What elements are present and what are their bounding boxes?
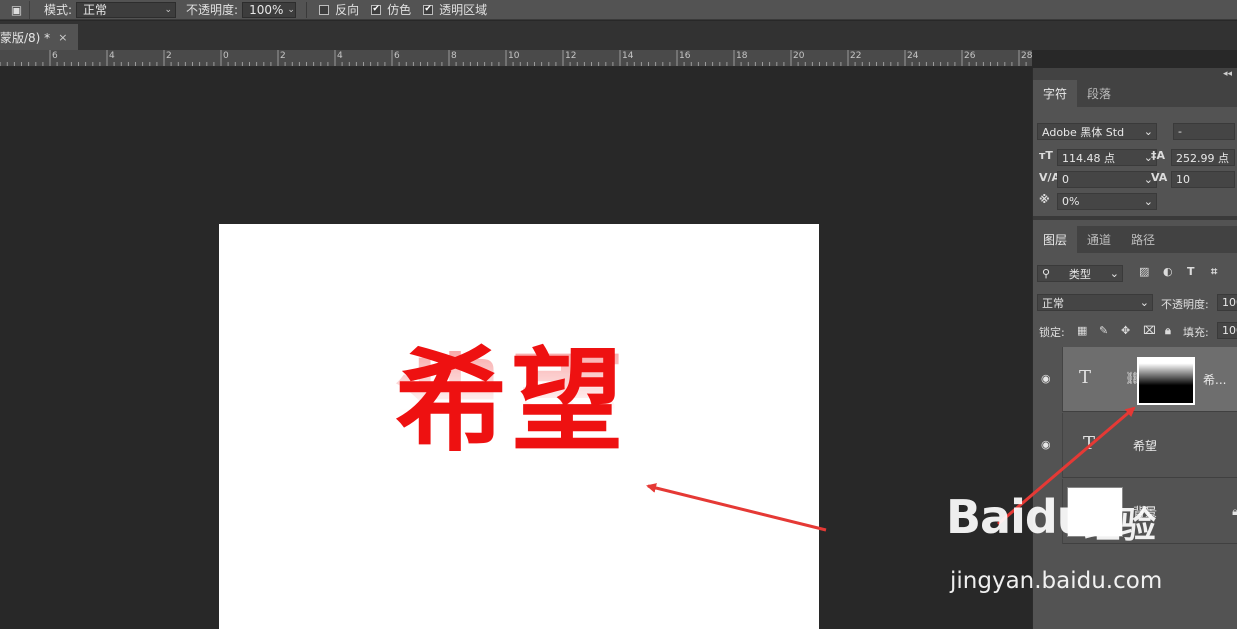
lock-all-icon[interactable]: 🔒︎ (1165, 324, 1171, 338)
collapse-panels-icon[interactable]: ◂◂ (1033, 68, 1237, 80)
document-tab-title: 蒙版/8) * (0, 30, 51, 45)
layer-opacity-label: 不透明度: (1161, 298, 1209, 311)
ruler-label: 2 (166, 51, 172, 61)
font-style-select[interactable]: - (1173, 123, 1235, 140)
ruler-label: 24 (907, 51, 919, 61)
chevron-down-icon: ⌄ (164, 4, 173, 15)
mode-label: 模式: (44, 3, 73, 17)
ruler-label: 28 (1021, 51, 1032, 61)
lock-position-icon[interactable]: ✥ (1121, 324, 1130, 337)
ruler-label: 12 (565, 51, 577, 61)
layer-opacity-field[interactable]: 100 (1217, 294, 1237, 311)
ruler-label: 14 (622, 51, 634, 61)
layers-panel-tabs: 图层 通道 路径 (1033, 226, 1237, 253)
ruler-label: 18 (736, 51, 748, 61)
transparency-checkbox[interactable]: ✔ 透明区域 (423, 1, 487, 18)
close-icon[interactable]: × (58, 31, 67, 44)
visibility-column: ◉ (1033, 347, 1063, 412)
font-family-select[interactable]: Adobe 黑体 Std ⌄ (1037, 123, 1157, 140)
tab-paths[interactable]: 路径 (1121, 226, 1165, 253)
divider (306, 1, 308, 18)
text-layer-icon: T (1079, 367, 1092, 388)
image-filter-icon[interactable]: ▨ (1139, 265, 1149, 278)
horizontal-ruler[interactable]: 6420246810121416182022242628303234 (0, 50, 1032, 67)
ruler-label: 10 (508, 51, 520, 61)
tab-layers[interactable]: 图层 (1033, 226, 1078, 253)
document-tab-bar: 蒙版/8) * × (0, 21, 1237, 50)
watermark-url: jingyan.baidu.com (950, 568, 1163, 594)
eye-icon[interactable]: ◉ (1041, 438, 1057, 451)
layer-mask-thumbnail[interactable] (1137, 357, 1195, 405)
baseline-shift-field[interactable]: 0% ⌄ (1057, 193, 1157, 210)
chevron-down-icon: ⌄ (1109, 267, 1119, 280)
tracking-field[interactable]: 10 (1171, 171, 1235, 188)
text-layer-icon: T (1083, 433, 1096, 454)
kerning-field[interactable]: 0 ⌄ (1057, 171, 1157, 188)
tab-paragraph[interactable]: 段落 (1077, 80, 1121, 107)
opacity-field[interactable]: 100% ⌄ (242, 1, 297, 18)
dither-checkbox[interactable]: ✔ 仿色 (371, 1, 411, 18)
type-filter-icon[interactable]: T (1187, 265, 1195, 278)
font-size-icon: ᴛT (1039, 149, 1053, 162)
lock-artboard-icon[interactable]: ⌧ (1143, 324, 1156, 337)
ruler-label: 20 (793, 51, 805, 61)
watermark-brand-cn: 经验 (1084, 505, 1157, 546)
lock-pixels-icon[interactable]: ✎ (1099, 324, 1108, 337)
tab-channels[interactable]: 通道 (1077, 226, 1121, 253)
opacity-label: 不透明度: (186, 3, 239, 17)
fill-field[interactable]: 100 (1217, 322, 1237, 339)
checkmark-icon: ✔ (371, 4, 382, 15)
baidu-watermark: Baidu 经验 jingyan.baidu.com (946, 490, 1236, 600)
gradient-tool-icon[interactable]: ▣ (4, 0, 30, 19)
ruler-label: 22 (850, 51, 862, 61)
chevron-down-icon: ⌄ (1143, 125, 1153, 138)
leading-field[interactable]: 252.99 点 (1171, 149, 1235, 166)
visibility-column: ◉ (1033, 413, 1063, 478)
layer-filter-select[interactable]: ⚲ 类型 ⌄ (1037, 265, 1123, 282)
chevron-down-icon: ⌄ (1143, 195, 1153, 208)
shape-filter-icon[interactable]: ⌗ (1211, 265, 1217, 279)
panel-divider (1033, 216, 1237, 220)
tab-character[interactable]: 字符 (1033, 80, 1078, 107)
ruler-label: 6 (52, 51, 58, 61)
ruler-label: 4 (337, 51, 343, 61)
mode-select[interactable]: 正常 ⌄ (76, 1, 177, 18)
lock-label: 锁定: (1039, 326, 1065, 339)
watermark-brand: Baidu (946, 490, 1090, 544)
layer-name[interactable]: 希... (1203, 371, 1226, 388)
ruler-label: 16 (679, 51, 691, 61)
search-icon: ⚲ (1042, 267, 1051, 280)
photoshop-window: ▣ 模式: 正常 ⌄ 不透明度: 100% ⌄ 反向 ✔ 仿色 ✔ 透明区域 蒙版/… (0, 0, 1237, 629)
baseline-shift-icon: ※ (1039, 193, 1050, 206)
ruler-label: 26 (964, 51, 976, 61)
lock-transparent-icon[interactable]: ▦ (1077, 324, 1087, 337)
document-tab[interactable]: 蒙版/8) * × (0, 24, 78, 50)
reverse-checkbox[interactable]: 反向 (319, 1, 359, 18)
tracking-icon: VA (1151, 171, 1168, 184)
character-panel-tabs: 字符 段落 (1033, 80, 1237, 107)
ruler-label: 4 (109, 51, 115, 61)
chevron-down-icon: ⌄ (287, 4, 295, 15)
checkbox-box (319, 4, 330, 15)
options-bar: ▣ 模式: 正常 ⌄ 不透明度: 100% ⌄ 反向 ✔ 仿色 ✔ 透明区域 (0, 0, 1237, 20)
eye-icon[interactable]: ◉ (1041, 372, 1057, 385)
layer-row-text-masked[interactable]: ◉ T ⛓ 希... (1033, 347, 1237, 412)
checkmark-icon: ✔ (423, 4, 434, 15)
canvas-text: 希望 (395, 337, 627, 467)
document-canvas[interactable]: 希望 希望 (219, 224, 819, 629)
adjustment-filter-icon[interactable]: ◐ (1163, 265, 1173, 278)
layer-row-text[interactable]: ◉ T 希望 (1033, 413, 1237, 478)
fill-label: 填充: (1183, 326, 1209, 339)
leading-icon: ‡A (1151, 149, 1166, 162)
blend-mode-select[interactable]: 正常 ⌄ (1037, 294, 1153, 311)
chevron-down-icon: ⌄ (1139, 296, 1149, 309)
canvas-area[interactable]: 希望 希望 (0, 68, 1032, 629)
layer-name[interactable]: 希望 (1133, 437, 1157, 454)
ruler-label: 6 (394, 51, 400, 61)
ruler-label: 0 (223, 51, 229, 61)
font-size-field[interactable]: 114.48 点 ⌄ (1057, 149, 1157, 166)
ruler-label: 2 (280, 51, 286, 61)
ruler-label: 8 (451, 51, 457, 61)
